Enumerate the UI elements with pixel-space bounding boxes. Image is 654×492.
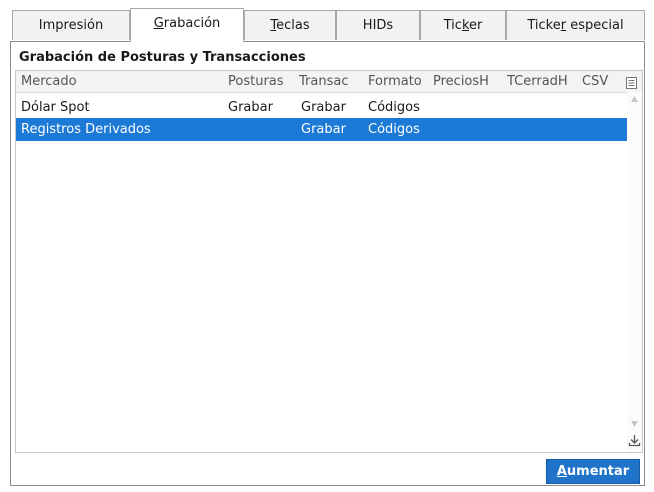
cell-formato: Códigos bbox=[368, 100, 420, 115]
scroll-down-arrow-icon[interactable] bbox=[631, 421, 638, 427]
cell-posturas: Grabar bbox=[228, 100, 273, 115]
tab-label: Grabación bbox=[153, 16, 221, 31]
column-header-posturas[interactable]: Posturas bbox=[228, 71, 284, 92]
cell-transac: Grabar bbox=[301, 100, 346, 115]
cell-formato: Códigos bbox=[368, 122, 420, 137]
column-header-formato[interactable]: Formato bbox=[368, 71, 422, 92]
tab-label: Impresión bbox=[38, 18, 104, 33]
tab-label: Teclas bbox=[270, 18, 310, 33]
column-menu-icon[interactable] bbox=[626, 75, 638, 89]
scroll-up-arrow-icon[interactable] bbox=[631, 96, 638, 102]
section-title: Grabación de Posturas y Transacciones bbox=[19, 50, 306, 65]
column-header-preciosh[interactable]: PreciosH bbox=[433, 71, 489, 92]
cell-mercado: Dólar Spot bbox=[21, 100, 90, 115]
cell-transac: Grabar bbox=[301, 122, 346, 137]
recording-table[interactable]: Mercado Posturas Transac Formato Precios… bbox=[15, 70, 643, 453]
tab-impresion[interactable]: Impresión bbox=[12, 10, 130, 40]
tab-ticker-especial[interactable]: Ticker especial bbox=[506, 10, 645, 40]
tab-label: Ticker especial bbox=[527, 18, 624, 33]
tab-ticker[interactable]: Ticker bbox=[420, 10, 506, 40]
aumentar-button[interactable]: Aumentar bbox=[546, 459, 640, 484]
tab-grabacion[interactable]: Grabación bbox=[130, 8, 244, 42]
tab-hids[interactable]: HIDs bbox=[336, 10, 420, 40]
column-header-csv[interactable]: CSV bbox=[582, 71, 608, 92]
vertical-scrollbar[interactable] bbox=[627, 92, 642, 452]
download-icon[interactable] bbox=[628, 434, 641, 447]
cell-mercado: Registros Derivados bbox=[21, 122, 151, 137]
column-header-mercado[interactable]: Mercado bbox=[21, 71, 77, 92]
column-header-tcerradh[interactable]: TCerradH bbox=[507, 71, 568, 92]
table-row-selected[interactable]: Registros Derivados Grabar Códigos bbox=[16, 118, 628, 141]
table-row[interactable]: Dólar Spot Grabar Grabar Códigos bbox=[16, 96, 628, 119]
tab-teclas[interactable]: Teclas bbox=[244, 10, 336, 40]
tab-label: Ticker bbox=[443, 18, 483, 33]
tab-label: HIDs bbox=[362, 18, 394, 33]
column-header-transac[interactable]: Transac bbox=[299, 71, 348, 92]
table-header: Mercado Posturas Transac Formato Precios… bbox=[16, 71, 642, 93]
